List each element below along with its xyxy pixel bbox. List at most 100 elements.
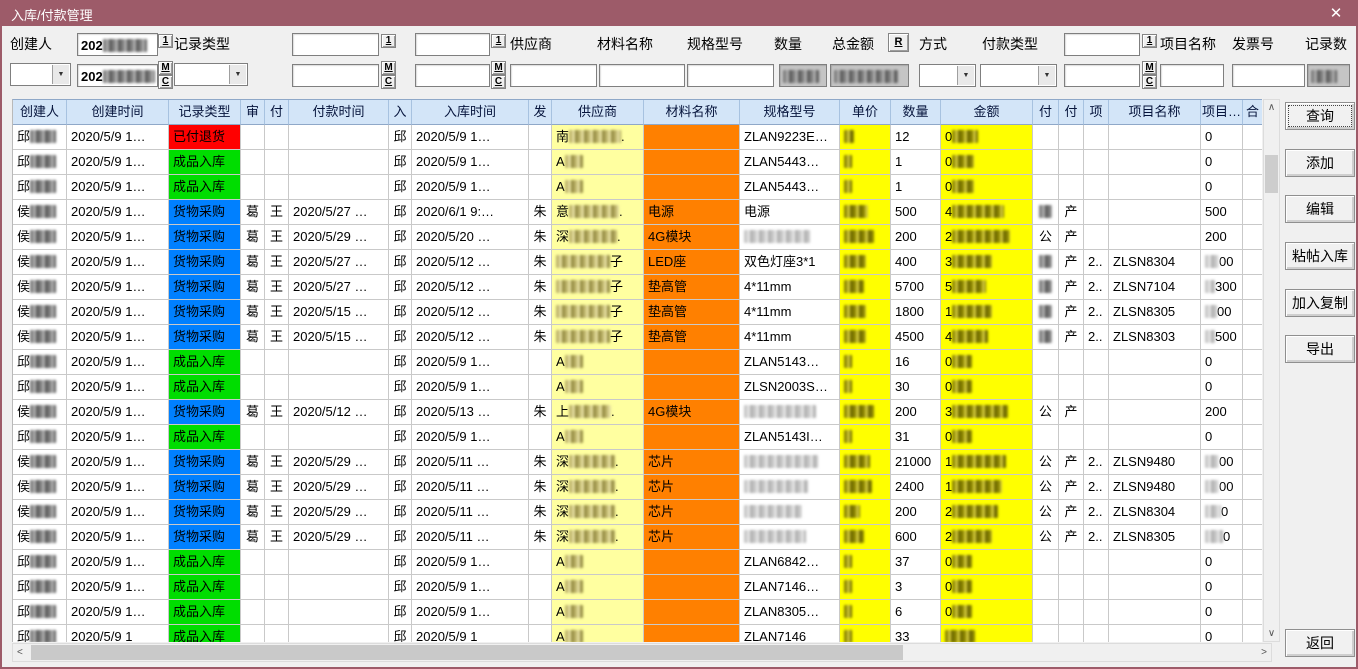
cell[interactable]: A: [552, 600, 644, 625]
cell[interactable]: 货物采购: [169, 250, 241, 275]
cell[interactable]: [529, 600, 552, 625]
cell[interactable]: [644, 575, 740, 600]
cell[interactable]: 邱: [389, 600, 412, 625]
cell[interactable]: [840, 350, 891, 375]
cell[interactable]: 产: [1059, 275, 1084, 300]
invoice-input[interactable]: [1232, 64, 1305, 87]
cell[interactable]: 双色灯座3*1: [740, 250, 840, 275]
cell[interactable]: ZLAN7146: [740, 625, 840, 642]
mini-1-button[interactable]: 1: [491, 34, 506, 48]
cell[interactable]: 2020/5/29 …: [289, 450, 389, 475]
cell[interactable]: 产: [1059, 500, 1084, 525]
cell[interactable]: ZLSN8303: [1109, 325, 1201, 350]
cell[interactable]: 2400: [891, 475, 941, 500]
cell[interactable]: 5: [941, 275, 1033, 300]
add-button[interactable]: 添加: [1285, 149, 1355, 177]
cell[interactable]: 公: [1033, 450, 1059, 475]
cell[interactable]: [289, 350, 389, 375]
cell[interactable]: 成品入库: [169, 350, 241, 375]
cell[interactable]: 0: [1201, 425, 1243, 450]
cell[interactable]: [1243, 600, 1262, 625]
column-header[interactable]: 项目名称: [1109, 100, 1201, 125]
cell[interactable]: 4*11mm: [740, 325, 840, 350]
table-row[interactable]: 邱2020/5/9 1…成品入库邱2020/5/9 1…AZLAN5143…16…: [13, 350, 1262, 375]
cell[interactable]: 0: [1201, 375, 1243, 400]
date-to-input[interactable]: 202: [77, 64, 158, 87]
cell[interactable]: 2020/5/29 …: [289, 225, 389, 250]
mini-c-button[interactable]: C: [1142, 75, 1157, 89]
cell[interactable]: [840, 325, 891, 350]
cell[interactable]: [1059, 575, 1084, 600]
cell[interactable]: 2020/5/9 1…: [67, 250, 169, 275]
cell[interactable]: 2020/5/9 1…: [67, 475, 169, 500]
cell[interactable]: 2020/5/15 …: [289, 300, 389, 325]
cell[interactable]: [1033, 375, 1059, 400]
cell[interactable]: 货物采购: [169, 400, 241, 425]
cell[interactable]: [1059, 550, 1084, 575]
cell[interactable]: [1059, 175, 1084, 200]
cell[interactable]: [644, 550, 740, 575]
cell[interactable]: 2020/5/9 1…: [67, 225, 169, 250]
cell[interactable]: 邱: [389, 150, 412, 175]
cell[interactable]: 朱: [529, 200, 552, 225]
cell[interactable]: 4*11mm: [740, 275, 840, 300]
cell[interactable]: ZLAN7146…: [740, 575, 840, 600]
cell[interactable]: 邱: [389, 300, 412, 325]
cell[interactable]: 朱: [529, 500, 552, 525]
cell[interactable]: [289, 125, 389, 150]
cell[interactable]: 邱: [389, 125, 412, 150]
cell[interactable]: [644, 625, 740, 642]
cell[interactable]: [1033, 350, 1059, 375]
cell[interactable]: 公: [1033, 475, 1059, 500]
cell[interactable]: 深.: [552, 225, 644, 250]
cell[interactable]: 子: [552, 250, 644, 275]
cell[interactable]: 邱: [13, 425, 67, 450]
cell[interactable]: 货物采购: [169, 275, 241, 300]
cell[interactable]: 2020/5/9 1…: [412, 175, 529, 200]
cell[interactable]: [1084, 550, 1109, 575]
mini-m-button[interactable]: M: [158, 61, 173, 75]
cell[interactable]: [644, 600, 740, 625]
cell[interactable]: 2020/5/29 …: [289, 500, 389, 525]
cell[interactable]: 货物采购: [169, 200, 241, 225]
cell[interactable]: 2020/5/12 …: [412, 250, 529, 275]
cell[interactable]: 邱: [13, 625, 67, 642]
cell[interactable]: 朱: [529, 450, 552, 475]
cell[interactable]: [1084, 575, 1109, 600]
cell[interactable]: 2020/5/27 …: [289, 250, 389, 275]
cell[interactable]: 6: [891, 600, 941, 625]
cell[interactable]: ZLSN8305: [1109, 300, 1201, 325]
cell[interactable]: [1033, 200, 1059, 225]
date-from-input[interactable]: 202: [77, 33, 158, 56]
supplier-input[interactable]: [510, 64, 597, 87]
cell[interactable]: 葛: [241, 200, 265, 225]
cell[interactable]: LED座: [644, 250, 740, 275]
column-header[interactable]: 付款时间: [289, 100, 389, 125]
cell[interactable]: [265, 125, 289, 150]
cell[interactable]: [1084, 375, 1109, 400]
cell[interactable]: 2020/5/9 1…: [67, 175, 169, 200]
cell[interactable]: [740, 500, 840, 525]
cell[interactable]: [265, 375, 289, 400]
mini-m-button[interactable]: M: [1142, 61, 1157, 75]
cell[interactable]: 王: [265, 400, 289, 425]
cell[interactable]: 朱: [529, 525, 552, 550]
cell[interactable]: 2: [941, 525, 1033, 550]
close-icon[interactable]: ✕: [1324, 3, 1348, 25]
cell[interactable]: [1243, 475, 1262, 500]
cell[interactable]: 600: [891, 525, 941, 550]
cell[interactable]: [1084, 175, 1109, 200]
cell[interactable]: A: [552, 425, 644, 450]
horizontal-scrollbar[interactable]: < >: [12, 643, 1272, 662]
cell[interactable]: 公: [1033, 525, 1059, 550]
r-button[interactable]: R: [888, 33, 909, 52]
column-header[interactable]: 数量: [891, 100, 941, 125]
mini-m-button[interactable]: M: [491, 61, 506, 75]
cell[interactable]: [289, 600, 389, 625]
cell[interactable]: 深.: [552, 500, 644, 525]
cell[interactable]: [1243, 450, 1262, 475]
cell[interactable]: 上.: [552, 400, 644, 425]
cell[interactable]: [265, 150, 289, 175]
cell[interactable]: 4G模块: [644, 225, 740, 250]
cell[interactable]: 0: [1201, 350, 1243, 375]
